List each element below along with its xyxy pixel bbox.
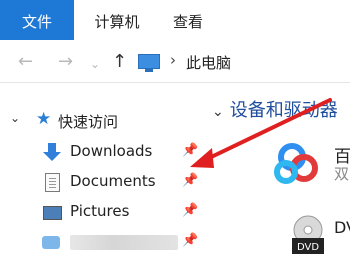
sidebar-item-cloud-folder[interactable]: 📌 xyxy=(42,231,204,255)
breadcrumb-this-pc[interactable]: 此电脑 xyxy=(186,52,231,73)
dvd-badge-text: DVD xyxy=(297,242,319,253)
address-bar[interactable]: › 此电脑 xyxy=(138,49,350,77)
ribbon: 文件 计算机 查看 xyxy=(0,0,350,40)
cloud-folder-icon xyxy=(42,233,62,251)
sidebar-item-documents[interactable]: Documents 📌 xyxy=(42,171,204,195)
sidebar-item-label: Documents xyxy=(70,172,156,190)
pictures-icon xyxy=(42,203,62,221)
quick-access-label: 快速访问 xyxy=(58,113,119,131)
navigation-pane: ⌄ ★ 快速访问 Downloads 📌 Documents 📌 Picture… xyxy=(0,83,210,260)
tab-file[interactable]: 文件 xyxy=(0,0,74,40)
expand-chevron-icon[interactable]: ⌄ xyxy=(10,111,20,125)
section-header-label: 设备和驱动器 xyxy=(229,100,338,121)
download-arrow-icon xyxy=(42,143,62,161)
back-button[interactable]: ← xyxy=(18,52,33,72)
this-pc-icon xyxy=(138,54,160,72)
collapse-chevron-icon[interactable]: ⌄ xyxy=(212,104,224,120)
device-name[interactable]: DV xyxy=(334,218,350,237)
sidebar-item-label: Pictures xyxy=(70,202,130,220)
breadcrumb-separator-icon[interactable]: › xyxy=(170,51,176,69)
device-subtitle: 双 xyxy=(334,165,350,183)
section-header-devices[interactable]: ⌄ 设备和驱动器 xyxy=(212,96,338,122)
tab-computer[interactable]: 计算机 xyxy=(84,0,150,40)
sidebar-item-pictures[interactable]: Pictures 📌 xyxy=(42,201,204,225)
up-button[interactable]: ↑ xyxy=(112,52,127,72)
pin-icon[interactable]: 📌 xyxy=(182,233,198,248)
forward-button[interactable]: → xyxy=(58,52,73,72)
star-icon: ★ xyxy=(36,109,52,129)
blurred-label xyxy=(70,235,178,250)
recent-locations-dropdown-icon[interactable]: ⌄ xyxy=(90,54,100,74)
pin-icon[interactable]: 📌 xyxy=(182,143,198,158)
sidebar-item-downloads[interactable]: Downloads 📌 xyxy=(42,141,204,165)
pin-icon[interactable]: 📌 xyxy=(182,203,198,218)
document-icon xyxy=(42,173,62,192)
baidu-netdisk-icon[interactable] xyxy=(272,141,324,187)
tab-view[interactable]: 查看 xyxy=(160,0,216,40)
sidebar-item-label: Downloads xyxy=(70,142,153,160)
pin-icon[interactable]: 📌 xyxy=(182,173,198,188)
dvd-drive-icon[interactable]: DVD xyxy=(286,214,330,260)
